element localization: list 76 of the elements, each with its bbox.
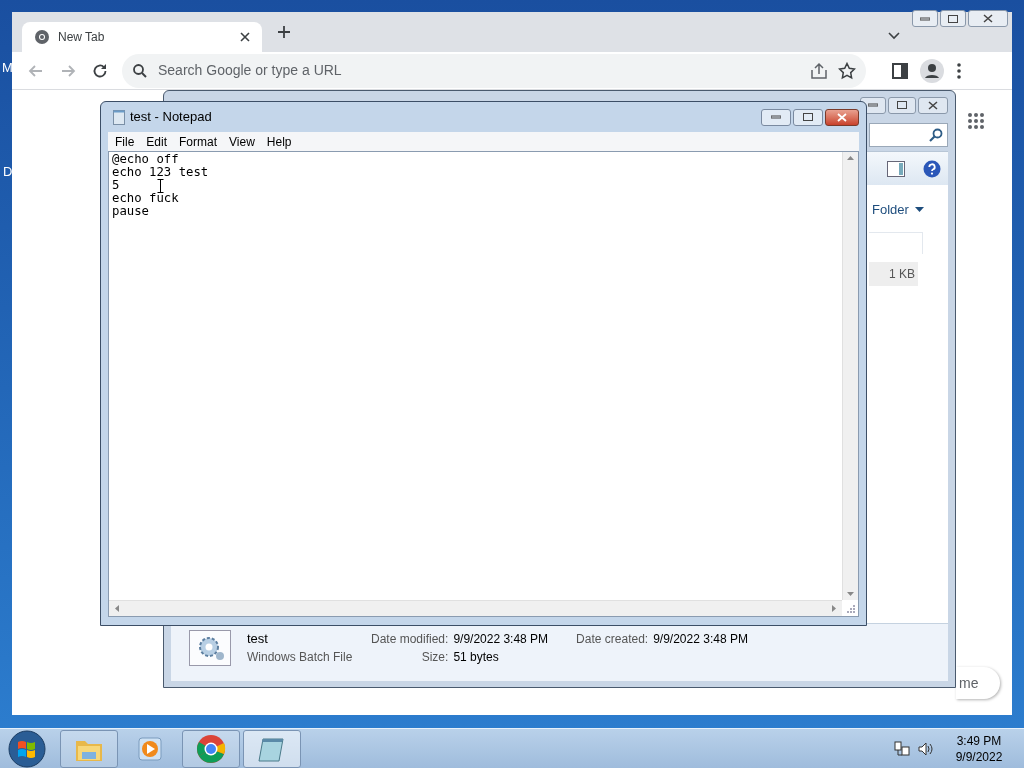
gear-file-icon (189, 630, 231, 666)
menu-item[interactable]: View (223, 132, 261, 151)
minimize-icon (868, 103, 878, 107)
close-icon[interactable] (240, 32, 250, 42)
left-arrow-icon[interactable] (115, 605, 119, 612)
share-icon[interactable] (810, 61, 828, 80)
profile-icon[interactable] (920, 58, 944, 83)
close-icon (928, 100, 938, 110)
field-value: 51 bytes (453, 649, 500, 666)
preview-pane-icon[interactable] (887, 160, 905, 177)
restore-icon (803, 113, 813, 121)
apps-grid-icon[interactable] (967, 112, 985, 130)
close-icon (983, 14, 993, 23)
horizontal-scrollbar[interactable] (109, 600, 842, 616)
menu-item[interactable]: Edit (140, 132, 174, 151)
customize-button[interactable]: me (956, 667, 1000, 699)
size-cell: 1 KB (869, 261, 918, 286)
menu-item[interactable]: Help (260, 132, 298, 151)
minimize-button[interactable] (912, 10, 938, 27)
chevron-down-icon[interactable] (888, 32, 900, 40)
notepad-icon (113, 109, 125, 125)
text-line: echo fuck (112, 192, 179, 205)
text-line: @echo off (112, 153, 179, 166)
restore-icon (948, 14, 958, 23)
new-folder-link[interactable]: Folder (872, 200, 909, 220)
close-button[interactable] (825, 108, 859, 126)
down-arrow-icon[interactable] (847, 592, 854, 596)
menu-icon[interactable] (956, 61, 962, 80)
vertical-scrollbar[interactable] (842, 152, 858, 600)
minimize-icon (920, 16, 930, 21)
side-panel-icon[interactable] (892, 62, 908, 79)
tab-title: New Tab (58, 29, 106, 46)
restore-icon (897, 101, 907, 109)
browser-tab[interactable]: New Tab (22, 22, 262, 52)
menu-item[interactable]: File (109, 132, 141, 151)
file-type: Windows Batch File (247, 649, 354, 666)
address-bar[interactable]: Search Google or type a URL (122, 53, 866, 88)
browser-icon (196, 733, 226, 764)
window-title: test - Notepad (130, 108, 212, 127)
close-button[interactable] (968, 10, 1008, 27)
star-icon[interactable] (838, 61, 856, 80)
address-input[interactable]: Search Google or type a URL (158, 60, 800, 81)
field-label: Date created: (576, 631, 649, 648)
help-icon[interactable] (923, 159, 941, 178)
right-arrow-icon[interactable] (832, 605, 836, 612)
menu-item[interactable]: Format (173, 132, 224, 151)
media-player-icon (137, 735, 163, 762)
search-icon (929, 128, 943, 142)
desktop-icon-label[interactable]: D (3, 162, 13, 182)
close-button[interactable] (918, 96, 948, 114)
caret-icon[interactable] (914, 207, 924, 213)
clock[interactable]: 3:49 PM 9/9/2022 (934, 732, 1024, 765)
minimize-icon (771, 115, 781, 119)
field-label: Date modified: (371, 631, 449, 648)
taskbar-button[interactable] (182, 729, 240, 768)
search-field[interactable] (869, 123, 948, 147)
taskbar-button[interactable] (243, 729, 301, 768)
maximize-button[interactable] (793, 108, 823, 126)
text-line: 5 (112, 179, 120, 192)
desktop-icon-label[interactable]: M (2, 58, 13, 78)
search-icon (132, 62, 148, 79)
plus-icon (277, 25, 291, 39)
close-icon (837, 112, 847, 122)
field-value: 9/9/2022 3:48 PM (453, 631, 549, 648)
text-line: echo 123 test (112, 166, 209, 179)
network-icon[interactable] (894, 740, 910, 757)
text-line: pause (112, 205, 150, 218)
field-label: Size: (420, 649, 449, 666)
text-cursor-icon (157, 179, 164, 193)
maximize-button[interactable] (940, 10, 966, 27)
field-value: 9/9/2022 3:48 PM (653, 631, 748, 648)
maximize-button[interactable] (888, 96, 916, 114)
up-arrow-icon[interactable] (847, 156, 854, 160)
volume-icon[interactable] (918, 740, 934, 757)
file-name: test (247, 630, 269, 648)
start-button[interactable] (8, 729, 46, 768)
